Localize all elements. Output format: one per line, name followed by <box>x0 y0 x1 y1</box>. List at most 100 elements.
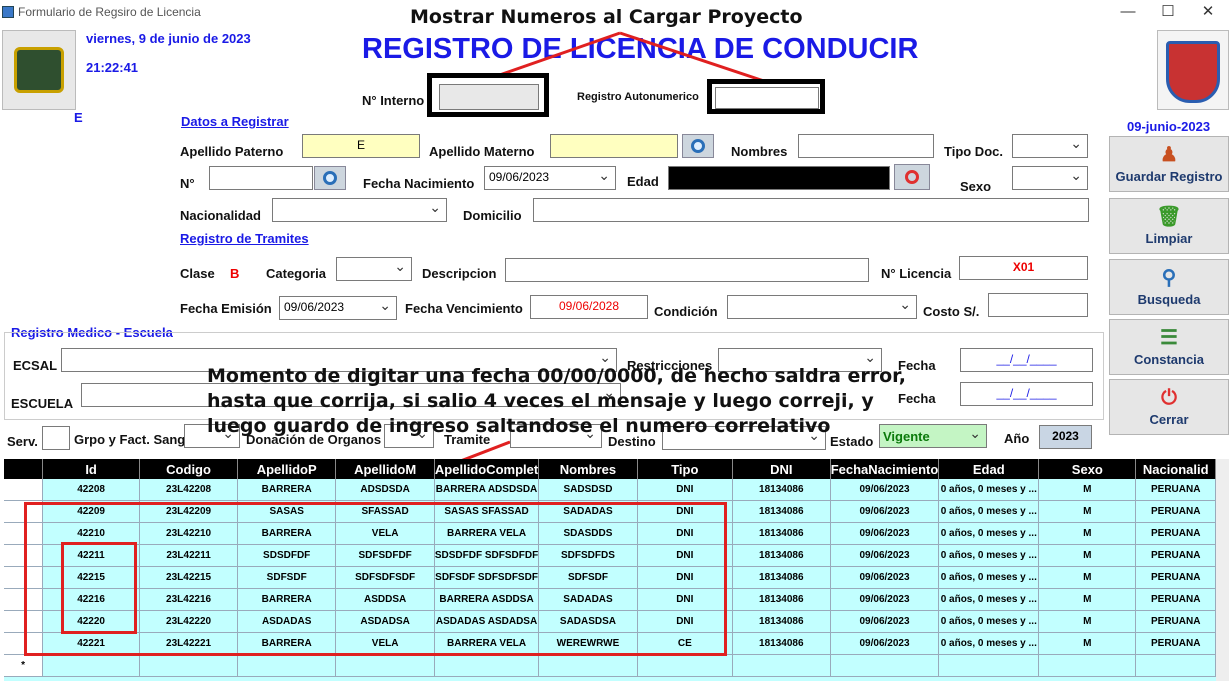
table-cell[interactable]: M <box>1038 610 1137 633</box>
nombres-field[interactable] <box>798 134 934 158</box>
table-cell[interactable]: PERUANA <box>1135 610 1216 633</box>
grid-col-header[interactable]: ApellidoM <box>335 459 435 479</box>
table-cell[interactable]: 0 años, 0 meses y ... <box>938 632 1040 655</box>
table-cell[interactable]: M <box>1038 632 1137 655</box>
table-cell[interactable]: BARRERA <box>237 479 337 501</box>
table-cell[interactable]: 18134086 <box>732 610 831 633</box>
table-cell[interactable]: PERUANA <box>1135 588 1216 611</box>
tipo-doc-select[interactable] <box>1012 134 1088 158</box>
table-cell[interactable]: 0 años, 0 meses y ... <box>938 544 1040 567</box>
table-cell[interactable]: ADSDSDA <box>335 479 435 501</box>
table-row[interactable]: * <box>4 654 1216 677</box>
grid-col-header[interactable]: ApellidoComplet <box>434 459 540 479</box>
table-cell[interactable]: SADSDSD <box>538 479 638 501</box>
table-cell[interactable]: 18134086 <box>732 500 831 523</box>
table-cell[interactable]: 0 años, 0 meses y ... <box>938 479 1040 501</box>
table-cell[interactable] <box>42 654 141 677</box>
table-cell[interactable]: 09/06/2023 <box>830 479 940 501</box>
autonumerico-field[interactable] <box>715 87 819 109</box>
table-cell[interactable]: DNI <box>637 479 733 501</box>
table-row[interactable]: 42208 23L42208 BARRERA ADSDSDA BARRERA ADSDS… <box>4 479 1216 501</box>
table-cell[interactable]: M <box>1038 544 1137 567</box>
table-cell[interactable] <box>732 654 831 677</box>
table-cell[interactable]: 18134086 <box>732 566 831 589</box>
condicion-select[interactable] <box>727 295 917 319</box>
grid-col-header[interactable]: ApellidoP <box>237 459 337 479</box>
table-cell[interactable] <box>139 654 238 677</box>
table-cell[interactable]: 0 años, 0 meses y ... <box>938 566 1040 589</box>
grid-col-header[interactable]: Edad <box>938 459 1040 479</box>
table-cell[interactable] <box>938 654 1040 677</box>
guardar-registro-button[interactable]: ♟ Guardar Registro <box>1109 136 1229 192</box>
table-cell[interactable]: 09/06/2023 <box>830 566 940 589</box>
grid-col-header[interactable]: Codigo <box>139 459 238 479</box>
anio-field[interactable]: 2023 <box>1039 425 1092 449</box>
table-cell[interactable]: PERUANA <box>1135 500 1216 523</box>
serv-field[interactable] <box>42 426 70 450</box>
table-cell[interactable]: 09/06/2023 <box>830 610 940 633</box>
grid-col-header[interactable]: Tipo <box>637 459 733 479</box>
table-cell[interactable]: 18134086 <box>732 522 831 545</box>
table-cell[interactable]: M <box>1038 479 1137 501</box>
grid-col-header[interactable]: Sexo <box>1038 459 1137 479</box>
n-interno-field[interactable] <box>439 84 539 110</box>
calc-edad-button[interactable] <box>894 164 930 190</box>
nacionalidad-select[interactable] <box>272 198 447 222</box>
table-cell[interactable]: 42208 <box>42 479 141 501</box>
table-cell[interactable]: 18134086 <box>732 588 831 611</box>
table-cell[interactable]: 18134086 <box>732 479 831 501</box>
datos-registrar-link[interactable]: Datos a Registrar <box>181 114 289 129</box>
categoria-select[interactable] <box>336 257 412 281</box>
sexo-select[interactable] <box>1012 166 1088 190</box>
table-cell[interactable] <box>237 654 337 677</box>
fecha-nacimiento-picker[interactable]: 09/06/2023 <box>484 166 616 190</box>
table-cell[interactable]: M <box>1038 500 1137 523</box>
table-cell[interactable]: 09/06/2023 <box>830 522 940 545</box>
table-cell[interactable]: M <box>1038 566 1137 589</box>
n-licencia-field[interactable]: X01 <box>959 256 1088 280</box>
search-materno-button[interactable] <box>682 134 714 158</box>
table-cell[interactable]: * <box>4 654 44 677</box>
table-cell[interactable]: PERUANA <box>1135 522 1216 545</box>
cerrar-button[interactable]: ⏻ Cerrar <box>1109 379 1229 435</box>
table-cell[interactable]: 09/06/2023 <box>830 632 940 655</box>
registro-tramites-link[interactable]: Registro de Tramites <box>180 231 309 246</box>
busqueda-button[interactable]: ⚲ Busqueda <box>1109 259 1229 315</box>
table-cell[interactable]: 23L42208 <box>139 479 238 501</box>
table-cell[interactable]: PERUANA <box>1135 479 1216 501</box>
table-cell[interactable]: PERUANA <box>1135 632 1216 655</box>
grid-col-header[interactable]: Nacionalid <box>1135 459 1216 479</box>
table-cell[interactable] <box>1038 654 1137 677</box>
apellido-paterno-field[interactable]: E <box>302 134 420 158</box>
table-cell[interactable] <box>1135 654 1216 677</box>
apellido-materno-field[interactable] <box>550 134 678 158</box>
limpiar-button[interactable]: 🗑 Limpiar <box>1109 198 1229 254</box>
table-cell[interactable]: 09/06/2023 <box>830 544 940 567</box>
costo-field[interactable] <box>988 293 1088 317</box>
table-cell[interactable]: 0 años, 0 meses y ... <box>938 500 1040 523</box>
grid-col-header[interactable]: FechaNacimiento <box>830 459 940 479</box>
n-doc-field[interactable] <box>209 166 313 190</box>
table-cell[interactable] <box>335 654 435 677</box>
descripcion-field[interactable] <box>505 258 869 282</box>
search-doc-button[interactable] <box>314 166 346 190</box>
table-cell[interactable]: PERUANA <box>1135 544 1216 567</box>
fecha-ecsal-field[interactable]: __/__/____ <box>960 348 1093 372</box>
fecha-emision-picker[interactable]: 09/06/2023 <box>279 296 397 320</box>
domicilio-field[interactable] <box>533 198 1089 222</box>
table-cell[interactable]: PERUANA <box>1135 566 1216 589</box>
grid-scrollbar[interactable] <box>1216 459 1229 681</box>
grid-col-header[interactable]: DNI <box>732 459 831 479</box>
table-cell[interactable]: 09/06/2023 <box>830 588 940 611</box>
grid-col-header[interactable]: Nombres <box>538 459 638 479</box>
fecha-escuela-field[interactable]: __/__/____ <box>960 382 1093 406</box>
table-cell[interactable]: 0 años, 0 meses y ... <box>938 610 1040 633</box>
grid-col-header[interactable] <box>4 459 44 479</box>
table-cell[interactable] <box>538 654 638 677</box>
table-cell[interactable]: M <box>1038 588 1137 611</box>
table-cell[interactable] <box>830 654 940 677</box>
constancia-button[interactable]: ☰ Constancia <box>1109 319 1229 375</box>
table-cell[interactable] <box>434 654 540 677</box>
table-cell[interactable]: 18134086 <box>732 544 831 567</box>
table-cell[interactable]: BARRERA ADSDSDA <box>434 479 540 501</box>
